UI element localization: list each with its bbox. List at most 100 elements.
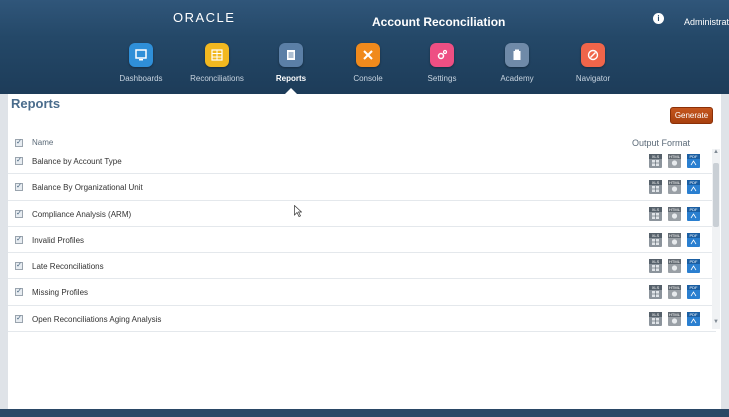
reports-icon — [279, 43, 303, 67]
reconciliations-icon — [205, 43, 229, 67]
xls-format-icon[interactable]: XLS — [649, 232, 662, 247]
nav-label: Settings — [427, 74, 457, 83]
format-label: XLS — [649, 259, 662, 265]
column-header-name[interactable]: Name — [32, 138, 53, 147]
report-name: Late Reconciliations — [32, 262, 104, 272]
table-row[interactable]: ✓ Invalid Profiles XLS HTML PDF — [8, 227, 716, 254]
nav-label: Reports — [275, 74, 307, 83]
select-all-checkbox[interactable]: ✓ — [15, 139, 23, 147]
row-checkbox[interactable]: ✓ — [15, 288, 23, 297]
row-checkbox[interactable]: ✓ — [15, 157, 23, 165]
report-name: Invalid Profiles — [32, 235, 85, 245]
report-list: ✓ Balance by Account Type XLS HTML PDF ✓… — [8, 148, 716, 333]
format-label: XLS — [649, 206, 662, 212]
nav-label: Console — [353, 74, 383, 83]
html-format-icon[interactable]: HTML — [668, 180, 681, 195]
scroll-up-arrow-icon[interactable]: ▲ — [713, 149, 719, 155]
format-label: HTML — [668, 154, 681, 159]
table-row[interactable]: ✓ Balance By Organizational Unit XLS HTM… — [8, 174, 716, 201]
nav-label: Dashboards — [119, 74, 163, 83]
xls-format-icon[interactable]: XLS — [649, 154, 662, 168]
nav-label: Navigator — [575, 74, 611, 83]
report-name: Open Reconciliations Aging Analysis — [32, 314, 162, 324]
nav-navigator[interactable]: Navigator — [561, 43, 625, 83]
table-row[interactable]: ✓ Late Reconciliations XLS HTML PDF — [8, 253, 716, 280]
pdf-format-icon[interactable]: PDF — [687, 154, 700, 168]
nav-reconciliations[interactable]: Reconciliations — [185, 43, 249, 83]
report-name: Balance By Organizational Unit — [32, 183, 143, 193]
nav-academy[interactable]: Academy — [485, 43, 549, 83]
nav-dashboards[interactable]: Dashboards — [109, 43, 173, 83]
format-label: HTML — [668, 259, 681, 265]
dashboard-icon — [129, 43, 153, 67]
format-label: XLS — [649, 311, 662, 317]
pdf-format-icon[interactable]: PDF — [687, 206, 700, 221]
format-label: HTML — [668, 206, 681, 212]
format-label: HTML — [668, 285, 681, 291]
user-menu[interactable]: Administrator — [684, 17, 729, 27]
format-label: XLS — [649, 154, 662, 159]
mouse-pointer-icon — [294, 205, 302, 217]
row-checkbox[interactable]: ✓ — [15, 209, 23, 218]
format-label: PDF — [687, 285, 700, 291]
row-checkbox[interactable]: ✓ — [15, 235, 23, 244]
app-title: Account Reconciliation — [372, 15, 506, 29]
nav-label: Reconciliations — [190, 74, 244, 83]
navigator-icon — [581, 43, 605, 67]
top-header: ORACLE Account Reconciliation i Administ… — [0, 0, 729, 94]
html-format-icon[interactable]: HTML — [668, 206, 681, 221]
format-label: PDF — [687, 311, 700, 317]
html-format-icon[interactable]: HTML — [668, 285, 681, 300]
table-row[interactable]: ✓ Compliance Analysis (ARM) XLS HTML PDF — [8, 201, 716, 227]
html-format-icon[interactable]: HTML — [668, 311, 681, 326]
xls-format-icon[interactable]: XLS — [649, 311, 662, 326]
table-row[interactable]: ✓ Balance by Account Type XLS HTML PDF — [8, 148, 716, 175]
format-label: PDF — [687, 259, 700, 265]
generate-button[interactable]: Generate — [670, 107, 713, 124]
oracle-logo: ORACLE — [173, 10, 236, 25]
console-icon — [356, 43, 380, 67]
format-label: XLS — [649, 285, 662, 291]
format-label: PDF — [687, 180, 700, 186]
pdf-format-icon[interactable]: PDF — [687, 285, 700, 300]
table-row[interactable]: ✓ Open Reconciliations Aging Analysis XL… — [8, 306, 716, 333]
row-checkbox[interactable]: ✓ — [15, 183, 23, 192]
pdf-format-icon[interactable]: PDF — [687, 259, 700, 274]
report-name: Missing Profiles — [32, 288, 89, 298]
nav-settings[interactable]: Settings — [410, 43, 474, 83]
pdf-format-icon[interactable]: PDF — [687, 311, 700, 326]
format-label: XLS — [649, 180, 662, 186]
row-checkbox[interactable]: ✓ — [15, 262, 23, 271]
format-label: PDF — [687, 232, 700, 238]
scroll-thumb[interactable] — [713, 163, 719, 227]
html-format-icon[interactable]: HTML — [668, 259, 681, 274]
xls-format-icon[interactable]: XLS — [649, 180, 662, 195]
pdf-format-icon[interactable]: PDF — [687, 180, 700, 195]
html-format-icon[interactable]: HTML — [668, 232, 681, 247]
info-icon[interactable]: i — [653, 13, 664, 24]
xls-format-icon[interactable]: XLS — [649, 206, 662, 221]
report-name: Compliance Analysis (ARM) — [32, 209, 132, 219]
report-name: Balance by Account Type — [32, 157, 122, 166]
format-label: HTML — [668, 232, 681, 238]
nav-label: Academy — [500, 74, 534, 83]
column-header-output-format: Output Format — [632, 138, 691, 148]
row-checkbox[interactable]: ✓ — [15, 314, 23, 323]
page-title: Reports — [11, 96, 61, 111]
xls-format-icon[interactable]: XLS — [649, 285, 662, 300]
format-label: PDF — [687, 206, 700, 212]
format-label: HTML — [668, 311, 681, 317]
table-row[interactable]: ✓ Missing Profiles XLS HTML PDF — [8, 279, 716, 306]
scroll-down-arrow-icon[interactable]: ▼ — [713, 319, 719, 325]
nav-console[interactable]: Console — [336, 43, 400, 83]
nav-reports[interactable]: Reports — [259, 43, 323, 83]
html-format-icon[interactable]: HTML — [668, 154, 681, 168]
format-label: HTML — [668, 180, 681, 186]
pdf-format-icon[interactable]: PDF — [687, 232, 700, 247]
settings-icon — [430, 43, 454, 67]
vertical-scrollbar[interactable]: ▲ ▼ — [712, 149, 720, 329]
reports-panel: Reports Generate ✓ Name Output Format ✓ … — [8, 94, 721, 409]
format-label: XLS — [649, 232, 662, 238]
academy-icon — [505, 43, 529, 67]
xls-format-icon[interactable]: XLS — [649, 259, 662, 274]
